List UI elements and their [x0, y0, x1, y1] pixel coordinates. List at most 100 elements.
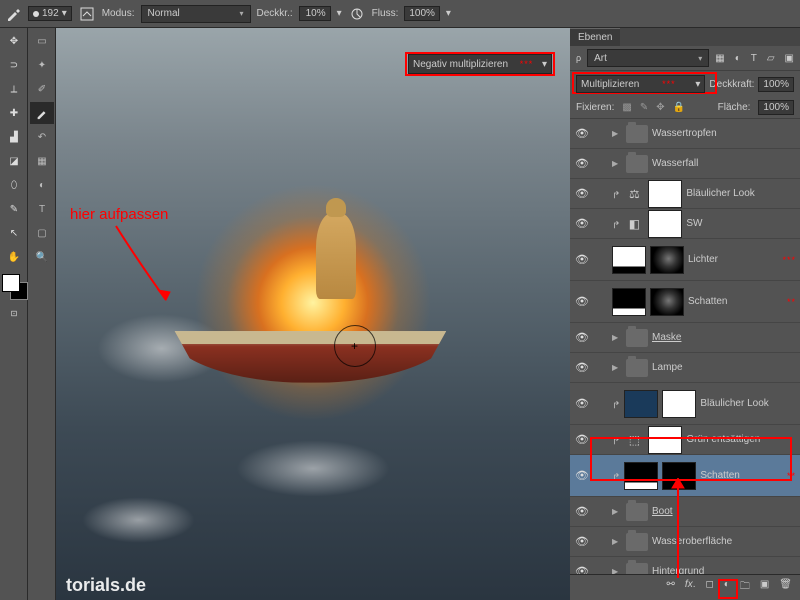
- layer-row[interactable]: 👁Lichter***: [570, 239, 800, 281]
- layer-mask-thumb[interactable]: [648, 180, 682, 208]
- layer-name[interactable]: Maske: [652, 332, 796, 343]
- type-tool[interactable]: T: [30, 198, 54, 220]
- filter-type-icon[interactable]: T: [751, 53, 757, 64]
- visibility-toggle[interactable]: 👁: [574, 253, 590, 266]
- layer-thumb[interactable]: [612, 246, 646, 274]
- stamp-tool[interactable]: ▟: [2, 126, 26, 148]
- heal-tool[interactable]: ✚: [2, 102, 26, 124]
- marquee-tool[interactable]: ▭: [30, 30, 54, 52]
- lock-position-icon[interactable]: ✥: [656, 102, 664, 113]
- link-layers-icon[interactable]: ⚯: [667, 579, 675, 596]
- fold-icon[interactable]: ▶: [612, 129, 622, 138]
- layer-mask-thumb[interactable]: [650, 246, 684, 274]
- gradient-tool[interactable]: ▦: [30, 150, 54, 172]
- layer-name[interactable]: Bläulicher Look: [686, 188, 796, 199]
- layer-row[interactable]: 👁 ▶ Maske: [570, 323, 800, 353]
- layer-row[interactable]: 👁 ▶ Lampe: [570, 353, 800, 383]
- visibility-toggle[interactable]: 👁: [574, 187, 590, 200]
- layer-name[interactable]: Lichter: [688, 254, 775, 265]
- layer-filter-dropdown[interactable]: Art ▾: [587, 49, 709, 67]
- visibility-toggle[interactable]: 👁: [574, 217, 590, 230]
- eyedropper-tool[interactable]: ✐: [30, 78, 54, 100]
- canvas-blend-dropdown[interactable]: Negativ multiplizieren *** ▾: [408, 54, 552, 74]
- pressure-opacity-icon[interactable]: [348, 5, 366, 23]
- new-group-icon[interactable]: 🗀: [740, 579, 750, 596]
- blend-mode-dropdown[interactable]: Normal ▾: [141, 5, 251, 23]
- document-canvas[interactable]: hier aufpassen Negativ multiplizieren **…: [56, 28, 570, 600]
- fold-icon[interactable]: ▶: [612, 363, 622, 372]
- foreground-color[interactable]: [2, 274, 20, 292]
- shape-tool[interactable]: ▢: [30, 222, 54, 244]
- crop-tool[interactable]: ⟂: [2, 78, 26, 100]
- new-layer-icon[interactable]: ▣: [760, 579, 769, 596]
- filter-adjust-icon[interactable]: ◐: [735, 53, 741, 64]
- layer-name[interactable]: SW: [686, 218, 796, 229]
- layer-mask-thumb[interactable]: [662, 390, 696, 418]
- lock-all-icon[interactable]: 🔒: [673, 102, 685, 113]
- lasso-tool[interactable]: ⊃: [2, 54, 26, 76]
- fold-icon[interactable]: ▶: [612, 567, 622, 574]
- eraser-tool[interactable]: ◪: [2, 150, 26, 172]
- panel-tab-layers[interactable]: Ebenen: [570, 28, 620, 46]
- flow-value[interactable]: 100%: [404, 6, 440, 21]
- fx-icon[interactable]: fx.: [685, 579, 696, 596]
- opacity-value[interactable]: 10%: [299, 6, 331, 21]
- visibility-toggle[interactable]: 👁: [574, 565, 590, 574]
- brush-tool[interactable]: [30, 102, 54, 124]
- visibility-toggle[interactable]: 👁: [574, 397, 590, 410]
- filter-pixel-icon[interactable]: ▦: [715, 53, 724, 64]
- layer-thumb[interactable]: [624, 390, 658, 418]
- visibility-toggle[interactable]: 👁: [574, 469, 590, 482]
- layer-name[interactable]: Lampe: [652, 362, 796, 373]
- quickmask-toggle[interactable]: ⊡: [2, 302, 26, 324]
- layer-mask-thumb[interactable]: [648, 210, 682, 238]
- visibility-toggle[interactable]: 👁: [574, 361, 590, 374]
- layer-row[interactable]: 👁Schatten**: [570, 281, 800, 323]
- filter-smart-icon[interactable]: ▣: [785, 53, 794, 64]
- layer-name[interactable]: Bläulicher Look: [700, 398, 796, 409]
- path-tool[interactable]: ↖: [2, 222, 26, 244]
- zoom-tool[interactable]: 🔍: [30, 246, 54, 268]
- fold-icon[interactable]: ▶: [612, 333, 622, 342]
- wand-tool[interactable]: ✦: [30, 54, 54, 76]
- visibility-toggle[interactable]: 👁: [574, 505, 590, 518]
- move-tool[interactable]: ✥: [2, 30, 26, 52]
- layer-mask-thumb[interactable]: [650, 288, 684, 316]
- layer-blend-dropdown[interactable]: Multiplizieren *** ▾: [576, 75, 705, 93]
- brush-panel-icon[interactable]: [78, 5, 96, 23]
- blur-tool[interactable]: ⬯: [2, 174, 26, 196]
- chevron-down-icon[interactable]: ▾: [446, 8, 451, 19]
- visibility-toggle[interactable]: 👁: [574, 535, 590, 548]
- layer-name[interactable]: Wassertropfen: [652, 128, 796, 139]
- delete-layer-icon[interactable]: 🗑: [779, 579, 792, 596]
- layer-row[interactable]: 👁↳Bläulicher Look: [570, 383, 800, 425]
- layer-row[interactable]: 👁↳⚖Bläulicher Look: [570, 179, 800, 209]
- fold-icon[interactable]: ▶: [612, 159, 622, 168]
- fold-icon[interactable]: ▶: [612, 537, 622, 546]
- layer-opacity-value[interactable]: 100%: [758, 77, 794, 92]
- chevron-down-icon[interactable]: ▾: [337, 8, 342, 19]
- lock-pixels-icon[interactable]: ✎: [640, 102, 648, 113]
- pen-tool[interactable]: ✎: [2, 198, 26, 220]
- mask-icon[interactable]: ◻: [705, 579, 713, 596]
- color-swatches[interactable]: [2, 274, 28, 300]
- layer-name[interactable]: Schatten: [688, 296, 780, 307]
- layer-row[interactable]: 👁 ▶ Wassertropfen: [570, 119, 800, 149]
- visibility-toggle[interactable]: 👁: [574, 331, 590, 344]
- fold-icon[interactable]: ▶: [612, 507, 622, 516]
- layer-row[interactable]: 👁↳◧SW: [570, 209, 800, 239]
- filter-shape-icon[interactable]: ▱: [767, 53, 775, 64]
- layer-row[interactable]: 👁 ▶ Wasserfall: [570, 149, 800, 179]
- lock-transparency-icon[interactable]: ▩: [622, 102, 631, 113]
- layer-fill-value[interactable]: 100%: [758, 100, 794, 115]
- layer-name[interactable]: Wasserfall: [652, 158, 796, 169]
- layer-thumb[interactable]: [612, 288, 646, 316]
- brush-size-picker[interactable]: 192 ▾: [28, 6, 72, 21]
- hand-tool[interactable]: ✋: [2, 246, 26, 268]
- visibility-toggle[interactable]: 👁: [574, 127, 590, 140]
- visibility-toggle[interactable]: 👁: [574, 295, 590, 308]
- visibility-toggle[interactable]: 👁: [574, 433, 590, 446]
- dodge-tool[interactable]: ◐: [30, 174, 54, 196]
- visibility-toggle[interactable]: 👁: [574, 157, 590, 170]
- history-brush-tool[interactable]: ↶: [30, 126, 54, 148]
